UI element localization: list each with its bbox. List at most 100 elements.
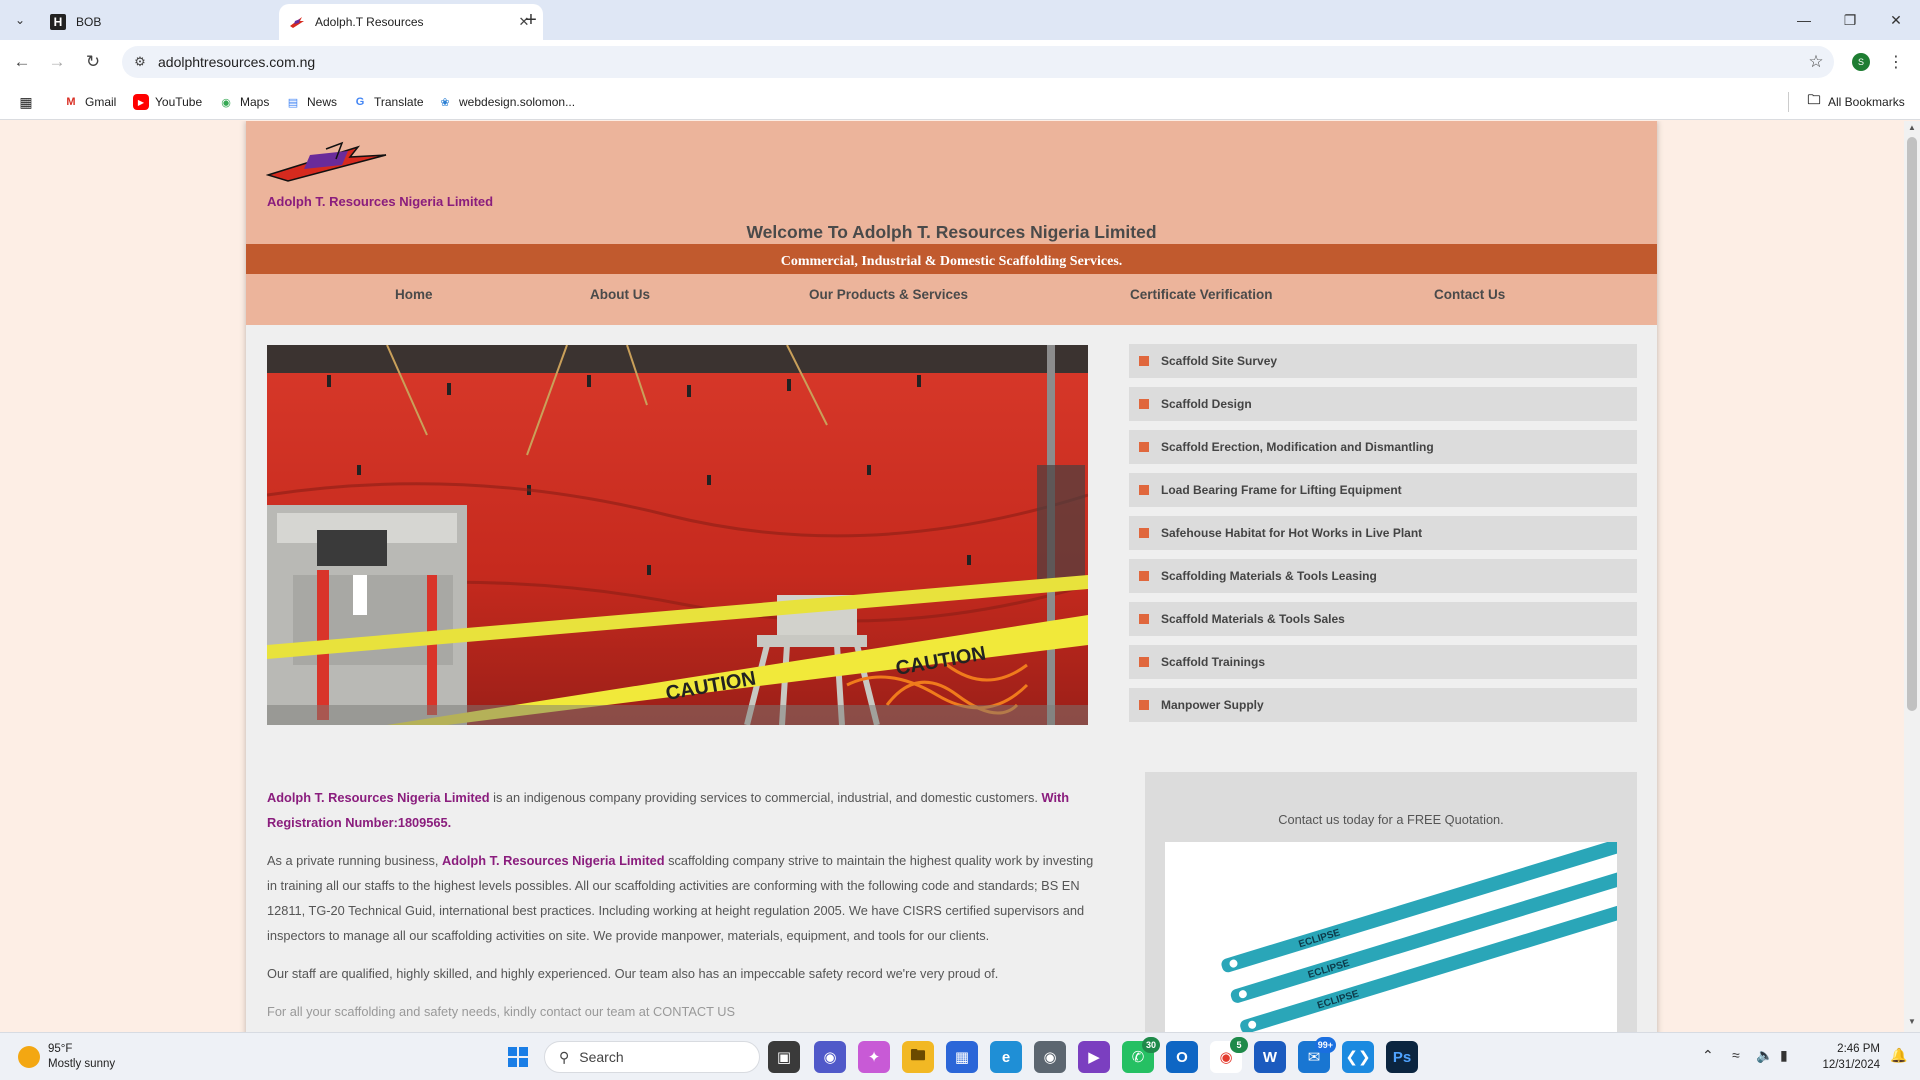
nav-home[interactable]: Home (395, 287, 433, 302)
vscode-icon[interactable]: ❮❯ (1342, 1041, 1374, 1073)
whatsapp-icon[interactable]: ✆ 30 (1122, 1037, 1160, 1073)
hacksaw-blades-image: ECLIPSE ECLIPSE ECLIPSE (1165, 842, 1617, 1032)
windows-start-icon[interactable] (502, 1041, 534, 1073)
bookmark-gmail[interactable]: M Gmail (63, 92, 116, 112)
gmail-icon: M (66, 96, 76, 108)
battery-icon[interactable]: ▮ (1780, 1047, 1788, 1064)
tab-title: BOB (76, 15, 102, 29)
menu-kebab-icon[interactable]: ⋮ (1888, 50, 1904, 74)
mail-badge: 99+ (1314, 1037, 1336, 1053)
square-bullet-icon (1139, 399, 1149, 409)
windows-taskbar: 95°F Mostly sunny ⚲ Search ▣ ◉ ✦ 🖿 ▦ e ◉… (0, 1032, 1920, 1080)
back-icon[interactable]: ← (10, 50, 34, 74)
search-icon: ⚲ (559, 1048, 570, 1065)
task-view-icon[interactable]: ▣ (768, 1041, 800, 1073)
weather-desc: Mostly sunny (48, 1058, 116, 1070)
apps-grid-icon[interactable]: ▦ (18, 92, 40, 112)
bookmark-star-icon[interactable]: ☆ (1798, 52, 1834, 72)
scroll-up-icon[interactable]: ▲ (1904, 123, 1920, 137)
service-item-safehouse[interactable]: Safehouse Habitat for Hot Works in Live … (1129, 516, 1637, 550)
bookmark-news[interactable]: ▤ News (285, 92, 337, 112)
nav-about-us[interactable]: About Us (590, 287, 650, 302)
site-header: Adolph T. Resources Nigeria Limited Welc… (246, 121, 1657, 325)
bob-favicon-icon: H (50, 14, 66, 30)
profile-avatar[interactable]: S (1852, 53, 1870, 71)
chrome-badge: 5 (1230, 1037, 1248, 1053)
service-item-manpower[interactable]: Manpower Supply (1129, 688, 1637, 722)
nav-products-services[interactable]: Our Products & Services (809, 287, 968, 302)
tray-chevron-up-icon[interactable]: ⌃ (1702, 1047, 1714, 1064)
notification-bell-icon[interactable]: 🔔 (1890, 1047, 1907, 1064)
restore-icon[interactable]: ❐ (1836, 6, 1864, 34)
square-bullet-icon (1139, 442, 1149, 452)
file-explorer-icon[interactable]: 🖿 (902, 1041, 934, 1073)
tab-adolph-resources[interactable]: Adolph.T Resources ✕ (279, 4, 543, 40)
mail-icon[interactable]: ✉ 99+ (1298, 1037, 1336, 1073)
welcome-heading: Welcome To Adolph T. Resources Nigeria L… (746, 222, 1157, 242)
site-info-icon[interactable]: ⚙ (122, 54, 158, 70)
site-container: Adolph T. Resources Nigeria Limited Welc… (246, 121, 1657, 1032)
about-paragraph-1: Adolph T. Resources Nigeria Limited is a… (267, 790, 1070, 830)
about-section: Adolph T. Resources Nigeria Limited is a… (267, 785, 1105, 1032)
microsoft-store-icon[interactable]: ▦ (946, 1041, 978, 1073)
company-name-highlight: Adolph T. Resources Nigeria Limited (267, 790, 490, 805)
tab-search-chevron-icon[interactable]: ⌄ (8, 8, 32, 32)
nav-contact-us[interactable]: Contact Us (1434, 287, 1505, 302)
adolph-favicon-icon (289, 14, 305, 30)
square-bullet-icon (1139, 657, 1149, 667)
youtube-icon: ▶ (133, 94, 149, 110)
scroll-down-icon[interactable]: ▼ (1904, 1017, 1920, 1031)
news-icon: ▤ (287, 96, 299, 109)
page-viewport: Adolph T. Resources Nigeria Limited Welc… (0, 121, 1904, 1032)
bookmark-maps[interactable]: ◉ Maps (218, 92, 269, 112)
whatsapp-badge: 30 (1142, 1037, 1160, 1053)
translate-icon: G (355, 96, 365, 108)
weather-widget[interactable]: 95°F Mostly sunny (18, 1042, 115, 1072)
service-item-site-survey[interactable]: Scaffold Site Survey (1129, 344, 1637, 378)
company-logo[interactable] (265, 141, 390, 183)
teams-icon[interactable]: ◉ (814, 1041, 846, 1073)
bookmark-translate[interactable]: G Translate (352, 92, 424, 112)
reload-icon[interactable]: ↻ (81, 50, 105, 74)
new-tab-icon[interactable]: + (519, 8, 543, 32)
nav-certificate-verification[interactable]: Certificate Verification (1130, 287, 1273, 302)
outlook-icon[interactable]: O (1166, 1041, 1198, 1073)
square-bullet-icon (1139, 571, 1149, 581)
photoshop-icon[interactable]: Ps (1386, 1041, 1418, 1073)
service-item-leasing[interactable]: Scaffolding Materials & Tools Leasing (1129, 559, 1637, 593)
bookmark-webdesign[interactable]: ❀ webdesign.solomon... (437, 92, 575, 112)
taskbar-clock[interactable]: 2:46 PM 12/31/2024 (1808, 1041, 1880, 1073)
tab-bob[interactable]: H BOB ✕ (40, 4, 304, 40)
service-item-sales[interactable]: Scaffold Materials & Tools Sales (1129, 602, 1637, 636)
square-bullet-icon (1139, 485, 1149, 495)
service-item-erection[interactable]: Scaffold Erection, Modification and Dism… (1129, 430, 1637, 464)
about-paragraph-4: For all your scaffolding and safety need… (267, 1004, 736, 1019)
service-item-design[interactable]: Scaffold Design (1129, 387, 1637, 421)
address-bar[interactable]: ⚙ adolphtresources.com.ng ☆ (122, 46, 1834, 78)
minimize-icon[interactable]: — (1790, 6, 1818, 34)
scrollbar-thumb[interactable] (1907, 137, 1917, 711)
browser-toolbar: ← → ↻ ⚙ adolphtresources.com.ng ☆ S ⋮ (0, 40, 1920, 84)
forward-icon[interactable]: → (45, 50, 69, 74)
bookmarks-bar: ▦ M Gmail ▶ YouTube ◉ Maps ▤ News G Tran… (0, 84, 1920, 120)
camera-icon[interactable]: ◉ (1034, 1041, 1066, 1073)
page-scrollbar[interactable]: ▲ ▼ (1904, 121, 1920, 1032)
hero-image: CAUTION CAUTION (267, 345, 1088, 725)
bookmark-youtube[interactable]: ▶ YouTube (133, 92, 202, 112)
url-text[interactable]: adolphtresources.com.ng (158, 54, 1798, 70)
wifi-icon[interactable]: ≈ (1732, 1047, 1740, 1063)
edge-icon[interactable]: e (990, 1041, 1022, 1073)
chrome-icon[interactable]: ◉ 5 (1210, 1037, 1248, 1073)
word-icon[interactable]: W (1254, 1041, 1286, 1073)
service-item-trainings[interactable]: Scaffold Trainings (1129, 645, 1637, 679)
taskbar-search[interactable]: ⚲ Search (544, 1041, 760, 1073)
copilot-icon[interactable]: ✦ (858, 1041, 890, 1073)
clock-time: 2:46 PM (1837, 1043, 1880, 1055)
tagline-text: Commercial, Industrial & Domestic Scaffo… (780, 254, 1123, 269)
square-bullet-icon (1139, 614, 1149, 624)
all-bookmarks[interactable]: 🗀 All Bookmarks (1806, 92, 1904, 112)
service-item-load-bearing[interactable]: Load Bearing Frame for Lifting Equipment (1129, 473, 1637, 507)
clipchamp-icon[interactable]: ▶ (1078, 1041, 1110, 1073)
volume-icon[interactable]: 🔈 (1756, 1047, 1773, 1064)
window-close-icon[interactable]: ✕ (1882, 6, 1910, 34)
